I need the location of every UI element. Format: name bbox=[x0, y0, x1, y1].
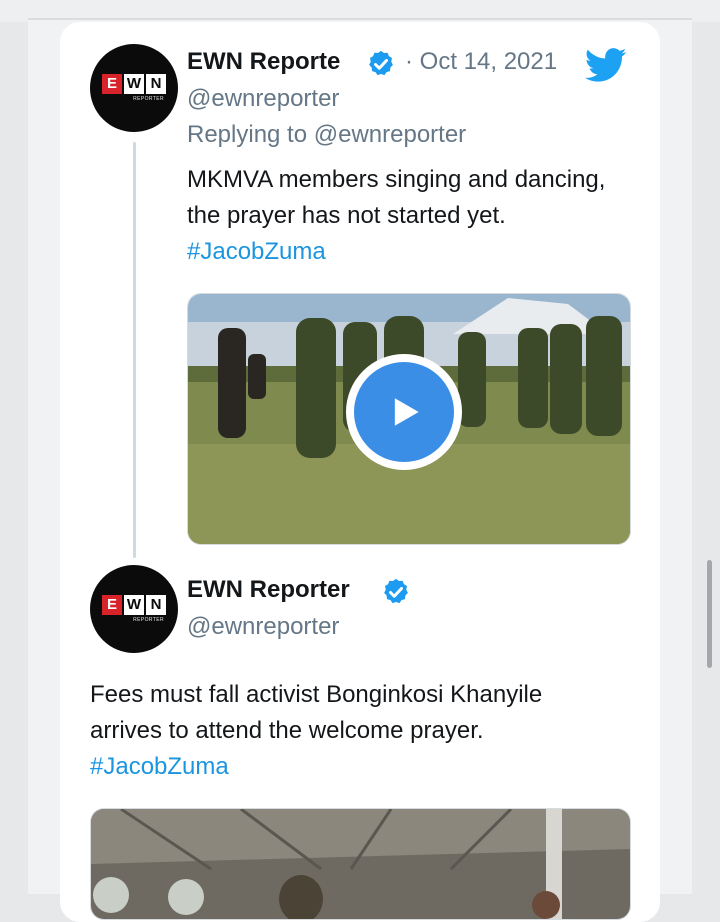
replying-to-handle[interactable]: @ewnreporter bbox=[314, 121, 466, 148]
date-separator: · bbox=[405, 48, 413, 75]
tweet-photo[interactable] bbox=[90, 808, 631, 920]
thread-connector-line bbox=[133, 142, 136, 558]
hashtag-link[interactable]: #JacobZuma bbox=[187, 238, 326, 265]
top-band bbox=[0, 0, 720, 22]
author-name[interactable]: EWN Reporte bbox=[187, 48, 340, 76]
play-button[interactable] bbox=[346, 354, 462, 470]
author-handle[interactable]: @ewnreporter bbox=[187, 613, 339, 641]
author-name[interactable]: EWN Reporter bbox=[187, 576, 350, 604]
tweet-text-line: arrives to attend the welcome prayer. bbox=[90, 717, 484, 744]
tweet-text-line: Fees must fall activist Bonginkosi Khany… bbox=[90, 681, 543, 708]
play-icon bbox=[394, 398, 419, 426]
tweet-date[interactable]: · Oct 14, 2021 bbox=[405, 48, 557, 76]
verified-badge-icon bbox=[384, 578, 408, 604]
avatar[interactable]: E W N REPORTER bbox=[90, 565, 178, 653]
tweet-text: Fees must fall activist Bonginkosi Khany… bbox=[90, 677, 650, 785]
hashtag-link[interactable]: #JacobZuma bbox=[90, 749, 650, 785]
ewn-logo: E W N bbox=[102, 595, 168, 615]
twitter-bird-icon[interactable] bbox=[585, 44, 627, 86]
logo-subtitle: REPORTER bbox=[133, 96, 164, 102]
replying-to: Replying to @ewnreporter bbox=[187, 121, 466, 149]
ewn-logo: E W N bbox=[102, 74, 168, 94]
author-handle[interactable]: @ewnreporter bbox=[187, 85, 339, 113]
verified-badge-icon bbox=[369, 50, 393, 76]
photo-frame bbox=[91, 809, 630, 919]
replying-to-label: Replying to bbox=[187, 121, 314, 148]
date-text: Oct 14, 2021 bbox=[419, 48, 558, 75]
avatar[interactable]: E W N REPORTER bbox=[90, 44, 178, 132]
tweet-text-body: MKMVA members singing and dancing, the p… bbox=[187, 166, 606, 229]
scrollbar-thumb[interactable] bbox=[707, 560, 712, 668]
scrollbar-track bbox=[706, 60, 712, 894]
tweet-text: MKMVA members singing and dancing, the p… bbox=[187, 162, 637, 270]
video-thumbnail[interactable] bbox=[187, 293, 631, 545]
logo-subtitle: REPORTER bbox=[133, 617, 164, 623]
